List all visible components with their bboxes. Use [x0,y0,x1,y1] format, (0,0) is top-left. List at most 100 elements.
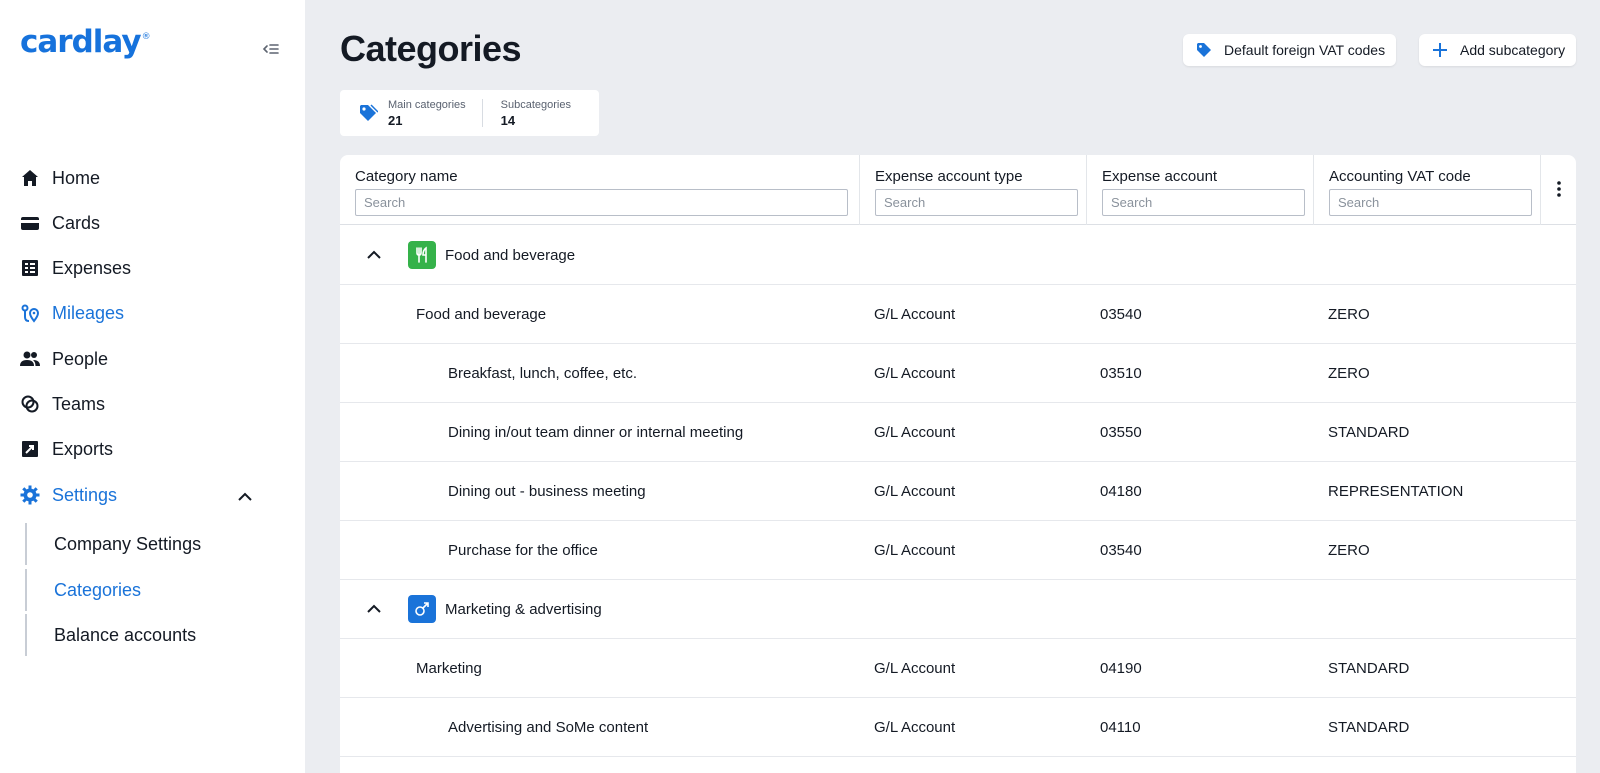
table-row[interactable]: Dining in/out team dinner or internal me… [340,403,1576,462]
nav-home[interactable]: Home [20,163,100,193]
nav-teams[interactable]: Teams [20,389,105,419]
category-name: Dining out - business meeting [448,483,646,500]
column-expense-account: Expense account [1087,155,1314,225]
group-name: Marketing & advertising [445,601,602,618]
expense-account: 04110 [1100,719,1141,736]
route-icon [20,303,40,323]
add-subcategory-button[interactable]: Add subcategory [1419,34,1576,66]
nav-exports[interactable]: Exports [20,434,113,464]
subcategories-stat: Subcategories 14 [501,99,571,128]
vat-code: ZERO [1328,542,1370,559]
category-name: Marketing [416,660,482,677]
nav-mileages[interactable]: Mileages [20,298,124,328]
group-name: Food and beverage [445,247,576,264]
expense-account-type: G/L Account [874,483,956,500]
subnav-company-settings[interactable]: Company Settings [25,523,265,565]
vat-code: REPRESENTATION [1328,483,1464,500]
nav-expenses[interactable]: Expenses [20,253,131,283]
plus-icon [1432,42,1448,58]
button-label: Default foreign VAT codes [1224,42,1386,58]
category-group-row[interactable]: Food and beverage [340,226,1576,285]
nav-label: Settings [52,484,118,505]
vat-code: STANDARD [1328,660,1410,677]
card-icon [20,213,40,233]
export-icon [20,439,40,459]
category-name: Food and beverage [416,306,547,323]
table-row[interactable]: Marketing G/L Account 04190 STANDARD [340,639,1576,698]
subnav-label: Company Settings [54,533,202,554]
expense-account-type: G/L Account [874,719,956,736]
column-title: Expense account [1102,168,1218,185]
stat-label: Main categories [388,98,466,111]
expense-account: 03540 [1100,542,1142,559]
chevron-up-icon[interactable] [364,245,384,265]
categories-table: Category name Expense account type Expen… [340,155,1576,773]
table-row[interactable]: Food and beverage G/L Account 03540 ZERO [340,285,1576,344]
stat-value: 21 [388,112,403,128]
column-category-name: Category name [340,155,860,225]
expense-account-type: G/L Account [874,306,956,323]
table-row[interactable]: Advertising and SoMe content G/L Account… [340,698,1576,757]
more-options-icon[interactable] [1550,179,1568,199]
table-row[interactable]: Dining out - business meeting G/L Accoun… [340,462,1576,521]
table-header: Category name Expense account type Expen… [340,155,1576,225]
expense-account: 04190 [1100,660,1142,677]
column-title: Expense account type [875,168,1023,185]
cardlay-logo[interactable]: cardlay® [20,24,151,60]
subnav-label: Categories [54,579,142,600]
column-accounting-vat-code: Accounting VAT code [1314,155,1541,225]
expense-account: 04180 [1100,483,1142,500]
sidebar: cardlay® Home Cards Expenses Mileages Pe… [0,0,305,773]
nav-label: Home [52,167,101,188]
expense-account-type: G/L Account [874,542,956,559]
nav-label: Cards [52,212,101,233]
expense-account: 03510 [1100,365,1142,382]
column-title: Category name [355,168,458,185]
stat-value: 14 [500,112,516,128]
expense-account-type: G/L Account [874,365,956,382]
category-name-search-input[interactable] [355,189,848,216]
table-row[interactable]: Purchase for the office G/L Account 0354… [340,521,1576,580]
divider [481,99,483,127]
nav-label: Expenses [52,257,132,278]
home-icon [20,168,40,188]
nav-settings[interactable]: Settings [20,480,117,510]
subnav-categories[interactable]: Categories [25,569,265,611]
megaphone-icon [408,595,436,623]
fork-knife-icon [408,241,436,269]
nav-cards[interactable]: Cards [20,208,100,238]
receipt-icon [20,258,40,278]
tags-icon [358,103,378,123]
category-group-row[interactable]: Marketing & advertising [340,580,1576,639]
table-row[interactable]: Breakfast, lunch, coffee, etc. G/L Accou… [340,344,1576,403]
vat-code: STANDARD [1328,719,1410,736]
accounting-vat-code-search-input[interactable] [1329,189,1532,216]
subnav-balance-accounts[interactable]: Balance accounts [25,614,265,656]
people-icon [20,349,40,369]
stat-label: Subcategories [500,98,571,111]
nav-label: Exports [52,438,114,459]
expense-account: 03550 [1100,424,1142,441]
expense-account-type-search-input[interactable] [875,189,1078,216]
category-name: Dining in/out team dinner or internal me… [448,424,744,441]
nav-label: Teams [52,393,106,414]
vat-code: STANDARD [1328,424,1410,441]
nav-label: Mileages [52,302,125,323]
chevron-up-icon[interactable] [364,599,384,619]
subnav-label: Balance accounts [54,624,197,645]
vat-code: ZERO [1328,306,1370,323]
expense-account-search-input[interactable] [1102,189,1305,216]
button-label: Add subcategory [1460,42,1566,58]
vat-code: ZERO [1328,365,1370,382]
category-name: Breakfast, lunch, coffee, etc. [448,365,637,382]
column-title: Accounting VAT code [1329,168,1471,185]
teams-icon [20,394,40,414]
expense-account: 03540 [1100,306,1142,323]
category-name: Purchase for the office [448,542,598,559]
nav-people[interactable]: People [20,344,108,374]
expense-account-type: G/L Account [874,424,956,441]
default-foreign-vat-codes-button[interactable]: Default foreign VAT codes [1183,34,1396,66]
expense-account-type: G/L Account [874,660,956,677]
collapse-sidebar-icon[interactable] [260,40,282,58]
chevron-up-icon[interactable] [236,488,254,506]
